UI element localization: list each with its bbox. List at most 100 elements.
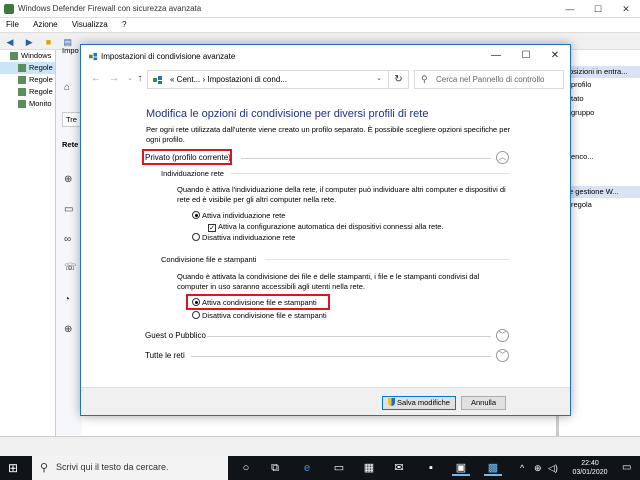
edge-icon[interactable]: e xyxy=(298,460,316,476)
menu-azione[interactable]: Azione xyxy=(27,18,63,31)
auto-config-checkbox[interactable]: ✓ Attiva la configurazione automatica dei… xyxy=(208,222,444,232)
firewall-window-title: Windows Defender Firewall con sicurezza … xyxy=(18,4,202,13)
globe-icon[interactable]: ⊕ xyxy=(64,174,72,185)
rules-icon xyxy=(18,76,26,85)
tree-item-inbound[interactable]: Regole xyxy=(0,62,55,74)
divider xyxy=(231,173,509,174)
firewall-icon xyxy=(10,52,18,61)
taskbar-search-input[interactable]: ⚲ Scrivi qui il testo da cercare. xyxy=(32,456,228,480)
clock-time: 22:40 xyxy=(581,460,599,467)
sharing-settings-dialog: Impostazioni di condivisione avanzate — … xyxy=(80,44,571,416)
search-placeholder: Cerca nel Pannello di controllo xyxy=(436,75,545,84)
forward-arrow-icon[interactable]: → xyxy=(107,72,121,86)
network-discovery-title: Individuazione rete xyxy=(161,169,224,178)
radio-empty-icon xyxy=(192,233,200,241)
up-arrow-icon[interactable]: ↑ xyxy=(133,72,147,86)
maximize-icon[interactable]: ☐ xyxy=(511,45,541,67)
action-item[interactable]: tato xyxy=(559,92,640,106)
uac-shield-icon xyxy=(388,398,396,406)
action-item[interactable]: enco... xyxy=(559,150,640,164)
breadcrumb[interactable]: « Cent... › Impostazioni di cond... ⌄ xyxy=(147,70,389,89)
chevron-down-icon[interactable]: ﹀ xyxy=(496,349,509,362)
search-icon: ⚲ xyxy=(40,462,49,474)
refresh-icon[interactable]: ↻ xyxy=(389,70,409,89)
chevron-down-icon[interactable]: ﹀ xyxy=(496,329,509,342)
radio-selected-icon xyxy=(192,211,200,219)
actions-header: osizioni in entra... xyxy=(559,66,640,78)
close-icon[interactable]: ✕ xyxy=(612,0,640,18)
menu-bar: File Azione Visualizza ? xyxy=(0,18,640,32)
search-input[interactable]: ⚲ Cerca nel Pannello di controllo xyxy=(414,70,564,89)
search-icon: ⚲ xyxy=(421,74,428,84)
chevron-up-icon[interactable]: ︿ xyxy=(496,151,509,164)
firewall-taskbar-icon[interactable]: ▩ xyxy=(484,460,502,476)
clock-date: 03/01/2020 xyxy=(572,469,608,476)
profile-all-header[interactable]: Tutte le reti ﹀ xyxy=(145,349,509,363)
data-usage-icon[interactable]: ◔ xyxy=(64,294,70,305)
file-explorer-icon[interactable]: ▭ xyxy=(330,460,348,476)
status-bar xyxy=(0,436,640,456)
network-sharing-icon xyxy=(89,52,98,61)
dialup-icon[interactable]: ☏ xyxy=(64,262,77,273)
action-item[interactable]: gruppo xyxy=(559,106,640,120)
navigation-tree: Windows Regole Regole Regole Monito xyxy=(0,50,56,456)
chevron-down-icon[interactable]: ⌄ xyxy=(376,74,382,82)
divider xyxy=(207,336,491,337)
tree-item-connection[interactable]: Regole xyxy=(0,86,55,98)
file-sharing-off-radio[interactable]: Disattiva condivisione file e stampanti xyxy=(192,311,327,320)
save-button[interactable]: Salva modifiche xyxy=(382,396,456,410)
minimize-icon[interactable]: — xyxy=(556,0,584,18)
tree-item-outbound[interactable]: Regole xyxy=(0,74,55,86)
menu-file[interactable]: File xyxy=(0,18,25,31)
profile-guest-header[interactable]: Guest o Pubblico ﹀ xyxy=(145,329,509,343)
radio-empty-icon xyxy=(192,311,200,319)
cortana-icon[interactable]: ○ xyxy=(237,460,255,476)
profile-guest-label: Guest o Pubblico xyxy=(145,331,206,340)
divider xyxy=(265,259,509,260)
divider xyxy=(191,356,491,357)
minimize-icon[interactable]: — xyxy=(481,45,511,67)
cancel-button[interactable]: Annulla xyxy=(461,396,506,410)
clock[interactable]: 22:40 03/01/2020 xyxy=(566,459,614,477)
home-icon[interactable]: ⌂ xyxy=(64,82,70,93)
network-icon[interactable]: ▭ xyxy=(64,204,73,215)
task-view-icon[interactable]: ⧉ xyxy=(266,460,284,476)
profile-all-label: Tutte le reti xyxy=(145,351,185,360)
maximize-icon[interactable]: ☐ xyxy=(584,0,612,18)
page-title: Modifica le opzioni di condivisione per … xyxy=(146,108,429,120)
firewall-titlebar: Windows Defender Firewall con sicurezza … xyxy=(0,0,640,18)
vpn-icon[interactable]: ∞ xyxy=(64,234,71,245)
mail-icon[interactable]: ✉ xyxy=(390,460,408,476)
network-discovery-on-radio[interactable]: Attiva individuazione rete xyxy=(192,211,285,220)
rules-icon xyxy=(18,88,26,97)
menu-help[interactable]: ? xyxy=(116,18,132,31)
action-item[interactable]: regola xyxy=(559,198,640,212)
taskbar-search-placeholder: Scrivi qui il testo da cercare. xyxy=(56,462,169,472)
close-icon[interactable]: ✕ xyxy=(540,45,570,67)
proxy-icon[interactable]: ⊕ xyxy=(64,324,72,335)
volume-icon[interactable]: ◁) xyxy=(548,463,558,474)
file-sharing-description: Quando è attivata la condivisione dei fi… xyxy=(177,272,480,291)
monitor-icon xyxy=(18,100,26,109)
forward-icon[interactable]: ▶ xyxy=(23,36,35,48)
address-bar: ← → ⌄ ↑ « Cent... › Impostazioni di cond… xyxy=(81,67,570,91)
network-icon[interactable]: ⊕ xyxy=(534,463,542,474)
action-item[interactable]: profilo xyxy=(559,78,640,92)
mid-input[interactable]: Tre xyxy=(62,112,81,127)
app-icon[interactable]: ▪ xyxy=(422,460,440,476)
tree-item-monitor[interactable]: Monito xyxy=(0,98,55,110)
tree-item-root[interactable]: Windows xyxy=(0,50,55,62)
checkmark-icon: ✓ xyxy=(208,224,216,232)
store-icon[interactable]: ▦ xyxy=(360,460,378,476)
back-arrow-icon[interactable]: ← xyxy=(89,72,103,86)
network-discovery-off-radio[interactable]: Disattiva individuazione rete xyxy=(192,233,295,242)
rules-icon xyxy=(18,64,26,73)
windows-start-icon[interactable]: ⊞ xyxy=(8,461,22,475)
taskbar: ⊞ ⚲ Scrivi qui il testo da cercare. ○ ⧉ … xyxy=(0,456,640,480)
folder-icon[interactable]: ■ xyxy=(42,36,54,48)
notification-icon[interactable]: ▭ xyxy=(622,462,631,473)
chevron-up-icon[interactable]: ^ xyxy=(520,463,524,473)
menu-visualizza[interactable]: Visualizza xyxy=(66,18,114,31)
back-icon[interactable]: ◀ xyxy=(4,36,16,48)
control-panel-taskbar-icon[interactable]: ▣ xyxy=(452,460,470,476)
